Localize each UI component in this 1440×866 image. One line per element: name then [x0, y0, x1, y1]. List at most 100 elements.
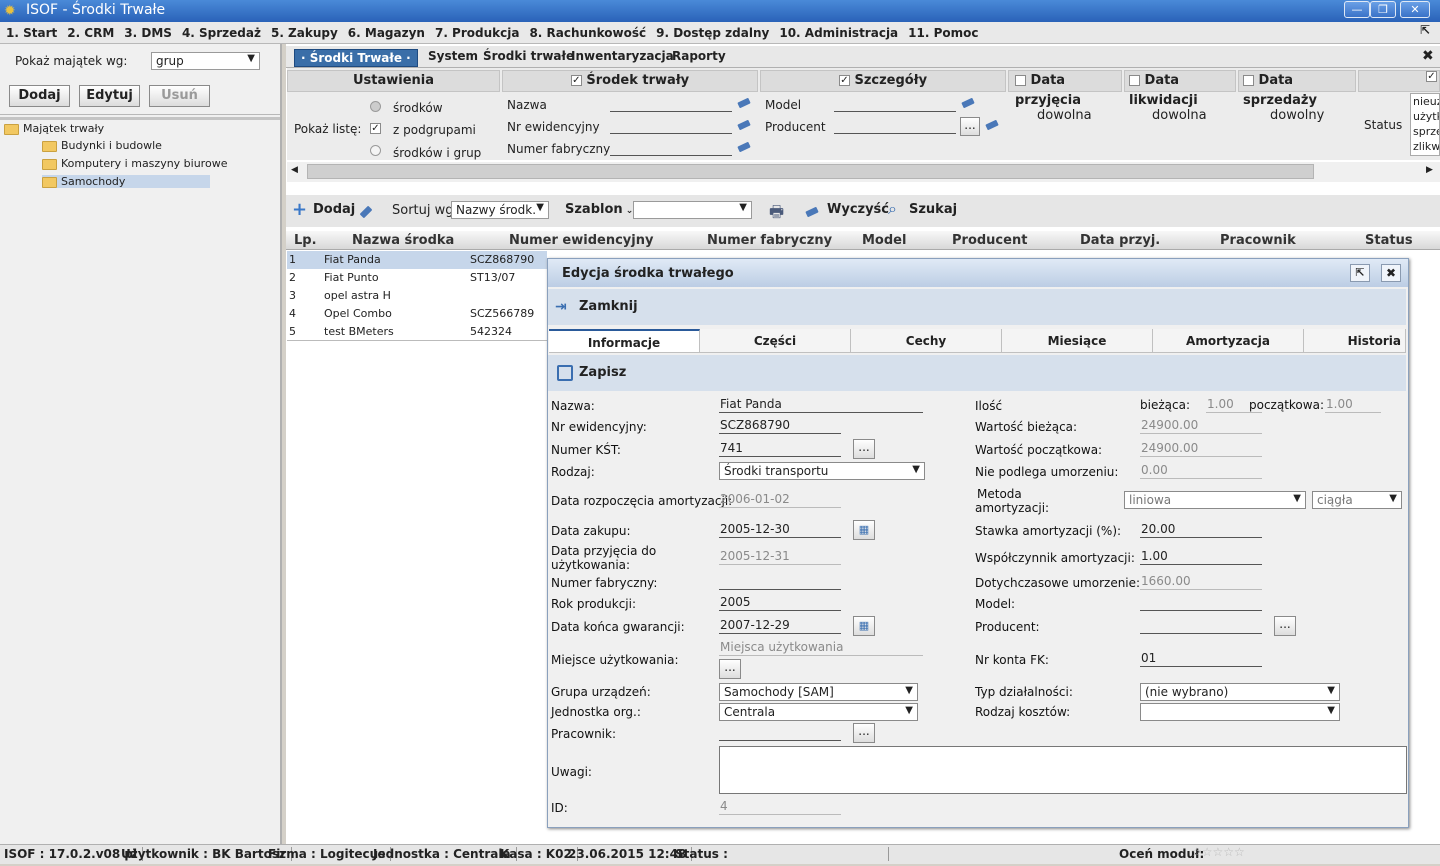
maximize-button[interactable]: ❐	[1370, 1, 1396, 18]
accept-date-header[interactable]: Data przyjęcia	[1008, 70, 1122, 108]
menu-help[interactable]: 11. Pomoc	[902, 22, 982, 40]
coef-field[interactable]: 1.00	[1140, 549, 1262, 565]
eraser-icon[interactable]	[805, 206, 819, 218]
menu-sales[interactable]: 4. Sprzedaż	[176, 22, 265, 40]
tab-inventory[interactable]: Inwentaryzacja	[571, 49, 674, 63]
tree-item-buildings[interactable]: Budynki i budowle	[42, 139, 162, 152]
menu-warehouse[interactable]: 6. Magazyn	[342, 22, 429, 40]
exit-icon[interactable]: ⇥	[555, 299, 567, 315]
group-select[interactable]: Samochody [SAM] ▼	[719, 683, 918, 701]
tab-system[interactable]: System	[428, 49, 478, 63]
activity-select[interactable]: (nie wybrano) ▼	[1140, 683, 1340, 701]
search-button[interactable]: Szukaj	[909, 202, 957, 217]
place-browse-button[interactable]: ...	[719, 659, 741, 679]
col-fab[interactable]: Numer fabryczny	[707, 233, 832, 248]
calendar-icon[interactable]: ▦	[853, 616, 875, 636]
menu-remote[interactable]: 9. Dostęp zdalny	[650, 22, 773, 40]
name-field[interactable]: Fiat Panda	[719, 397, 923, 413]
close-button[interactable]: Zamknij	[579, 299, 638, 314]
col-employee[interactable]: Pracownik	[1220, 233, 1296, 248]
buy-date-field[interactable]: 2005-12-30	[719, 522, 841, 538]
toolbar-add-button[interactable]: Dodaj	[313, 202, 355, 217]
notes-textarea[interactable]	[719, 746, 1407, 794]
menu-start[interactable]: 1. Start	[0, 22, 61, 40]
col-evid[interactable]: Numer ewidencyjny	[509, 233, 653, 248]
tab-months[interactable]: Miesiące	[1002, 329, 1153, 353]
producer-browse-button[interactable]: ...	[960, 117, 980, 136]
scroll-thumb[interactable]	[307, 164, 1314, 179]
producer-browse-button[interactable]: ...	[1274, 616, 1296, 636]
liq-date-value[interactable]: dowolna	[1152, 108, 1207, 123]
clear-button[interactable]: Wyczyść	[827, 202, 889, 217]
tree-item-cars[interactable]: Samochody	[42, 175, 210, 188]
kst-browse-button[interactable]: ...	[853, 439, 875, 459]
external-window-icon[interactable]: ⇱	[1420, 23, 1430, 37]
table-row[interactable]: 1 Fiat Panda SCZ868790	[287, 251, 547, 269]
show-assets-select[interactable]: grup ▼	[151, 52, 260, 70]
col-date[interactable]: Data przyj.	[1080, 233, 1160, 248]
tab-parts[interactable]: Części	[700, 329, 851, 353]
template-button[interactable]: Szablon ⌄	[565, 202, 633, 217]
radio-assets[interactable]	[370, 101, 381, 112]
tree-item-computers[interactable]: Komputery i maszyny biurowe	[42, 157, 227, 170]
fixed-asset-header[interactable]: ✓ Środek trwały	[502, 70, 758, 92]
add-button[interactable]: Dodaj	[9, 85, 70, 107]
menu-purchases[interactable]: 5. Zakupy	[265, 22, 342, 40]
method-select[interactable]: liniowa ▼	[1124, 491, 1306, 509]
tab-reports[interactable]: Raporty	[672, 49, 726, 63]
menu-dms[interactable]: 3. DMS	[118, 22, 176, 40]
method-mode-select[interactable]: ciągła ▼	[1312, 491, 1402, 509]
col-model[interactable]: Model	[862, 233, 906, 248]
account-field[interactable]: 01	[1140, 651, 1262, 667]
fab-field[interactable]	[719, 574, 841, 590]
tab-features[interactable]: Cechy	[851, 329, 1002, 353]
calendar-icon[interactable]: ▦	[853, 520, 875, 540]
save-icon[interactable]	[557, 365, 573, 381]
sale-date-value[interactable]: dowolny	[1270, 108, 1324, 123]
producer-field[interactable]	[1140, 618, 1262, 634]
radio-assets-groups[interactable]	[370, 145, 381, 156]
close-dialog-icon[interactable]: ✖	[1381, 264, 1401, 282]
model-field[interactable]	[1140, 595, 1262, 611]
filter-model-input[interactable]	[834, 96, 956, 112]
h-scrollbar[interactable]: ◀ ▶	[287, 162, 1440, 182]
rate-field[interactable]: 20.00	[1140, 522, 1262, 538]
table-row[interactable]: 2 Fiat Punto ST13/07	[287, 269, 547, 287]
cost-select[interactable]: ▼	[1140, 703, 1340, 721]
details-header[interactable]: ✓ Szczegóły	[760, 70, 1006, 92]
status-list[interactable]: nieużużytksprzezlikwi	[1410, 93, 1440, 156]
print-icon[interactable]: 🖶	[769, 201, 784, 228]
evid-field[interactable]: SCZ868790	[719, 418, 841, 434]
table-row[interactable]: 4 Opel Combo SCZ566789	[287, 305, 547, 323]
type-select[interactable]: Środki transportu ▼	[719, 462, 925, 480]
dialog-title-bar[interactable]: Edycja środka trwałego ⇱ ✖	[548, 259, 1408, 287]
tab-assets[interactable]: Środki trwałe	[483, 49, 574, 63]
checkbox-subgroups[interactable]: ✓	[370, 123, 381, 134]
employee-field[interactable]	[719, 725, 841, 741]
edit-button[interactable]: Edytuj	[79, 85, 140, 107]
sort-select[interactable]: Nazwy środk. ▼	[451, 201, 549, 219]
place-field[interactable]: Miejsca użytkowania	[719, 640, 923, 656]
menu-accounting[interactable]: 8. Rachunkowość	[523, 22, 650, 40]
kst-field[interactable]: 741	[719, 441, 841, 457]
filter-producer-input[interactable]	[834, 118, 956, 134]
filter-evid-input[interactable]	[610, 118, 732, 134]
menu-crm[interactable]: 2. CRM	[61, 22, 118, 40]
col-producer[interactable]: Producent	[952, 233, 1027, 248]
col-status[interactable]: Status	[1365, 233, 1413, 248]
employee-browse-button[interactable]: ...	[853, 723, 875, 743]
unit-select[interactable]: Centrala ▼	[719, 703, 918, 721]
plus-icon[interactable]: +	[292, 199, 307, 220]
table-row[interactable]: 3 opel astra H	[287, 287, 547, 305]
detach-icon[interactable]: ⇱	[1350, 264, 1370, 282]
col-lp[interactable]: Lp.	[294, 233, 317, 248]
filter-fab-input[interactable]	[610, 140, 732, 156]
liq-date-header[interactable]: Data likwidacji	[1124, 70, 1236, 108]
tab-fixed-assets[interactable]: · Środki Trwałe ·	[294, 49, 418, 67]
search-icon[interactable]: ⌕	[888, 199, 897, 219]
accept-date-value[interactable]: dowolna	[1037, 108, 1092, 123]
menu-admin[interactable]: 10. Administracja	[773, 22, 902, 40]
filter-name-input[interactable]	[610, 96, 732, 112]
save-button[interactable]: Zapisz	[579, 365, 626, 380]
tab-history[interactable]: Historia	[1304, 329, 1406, 353]
